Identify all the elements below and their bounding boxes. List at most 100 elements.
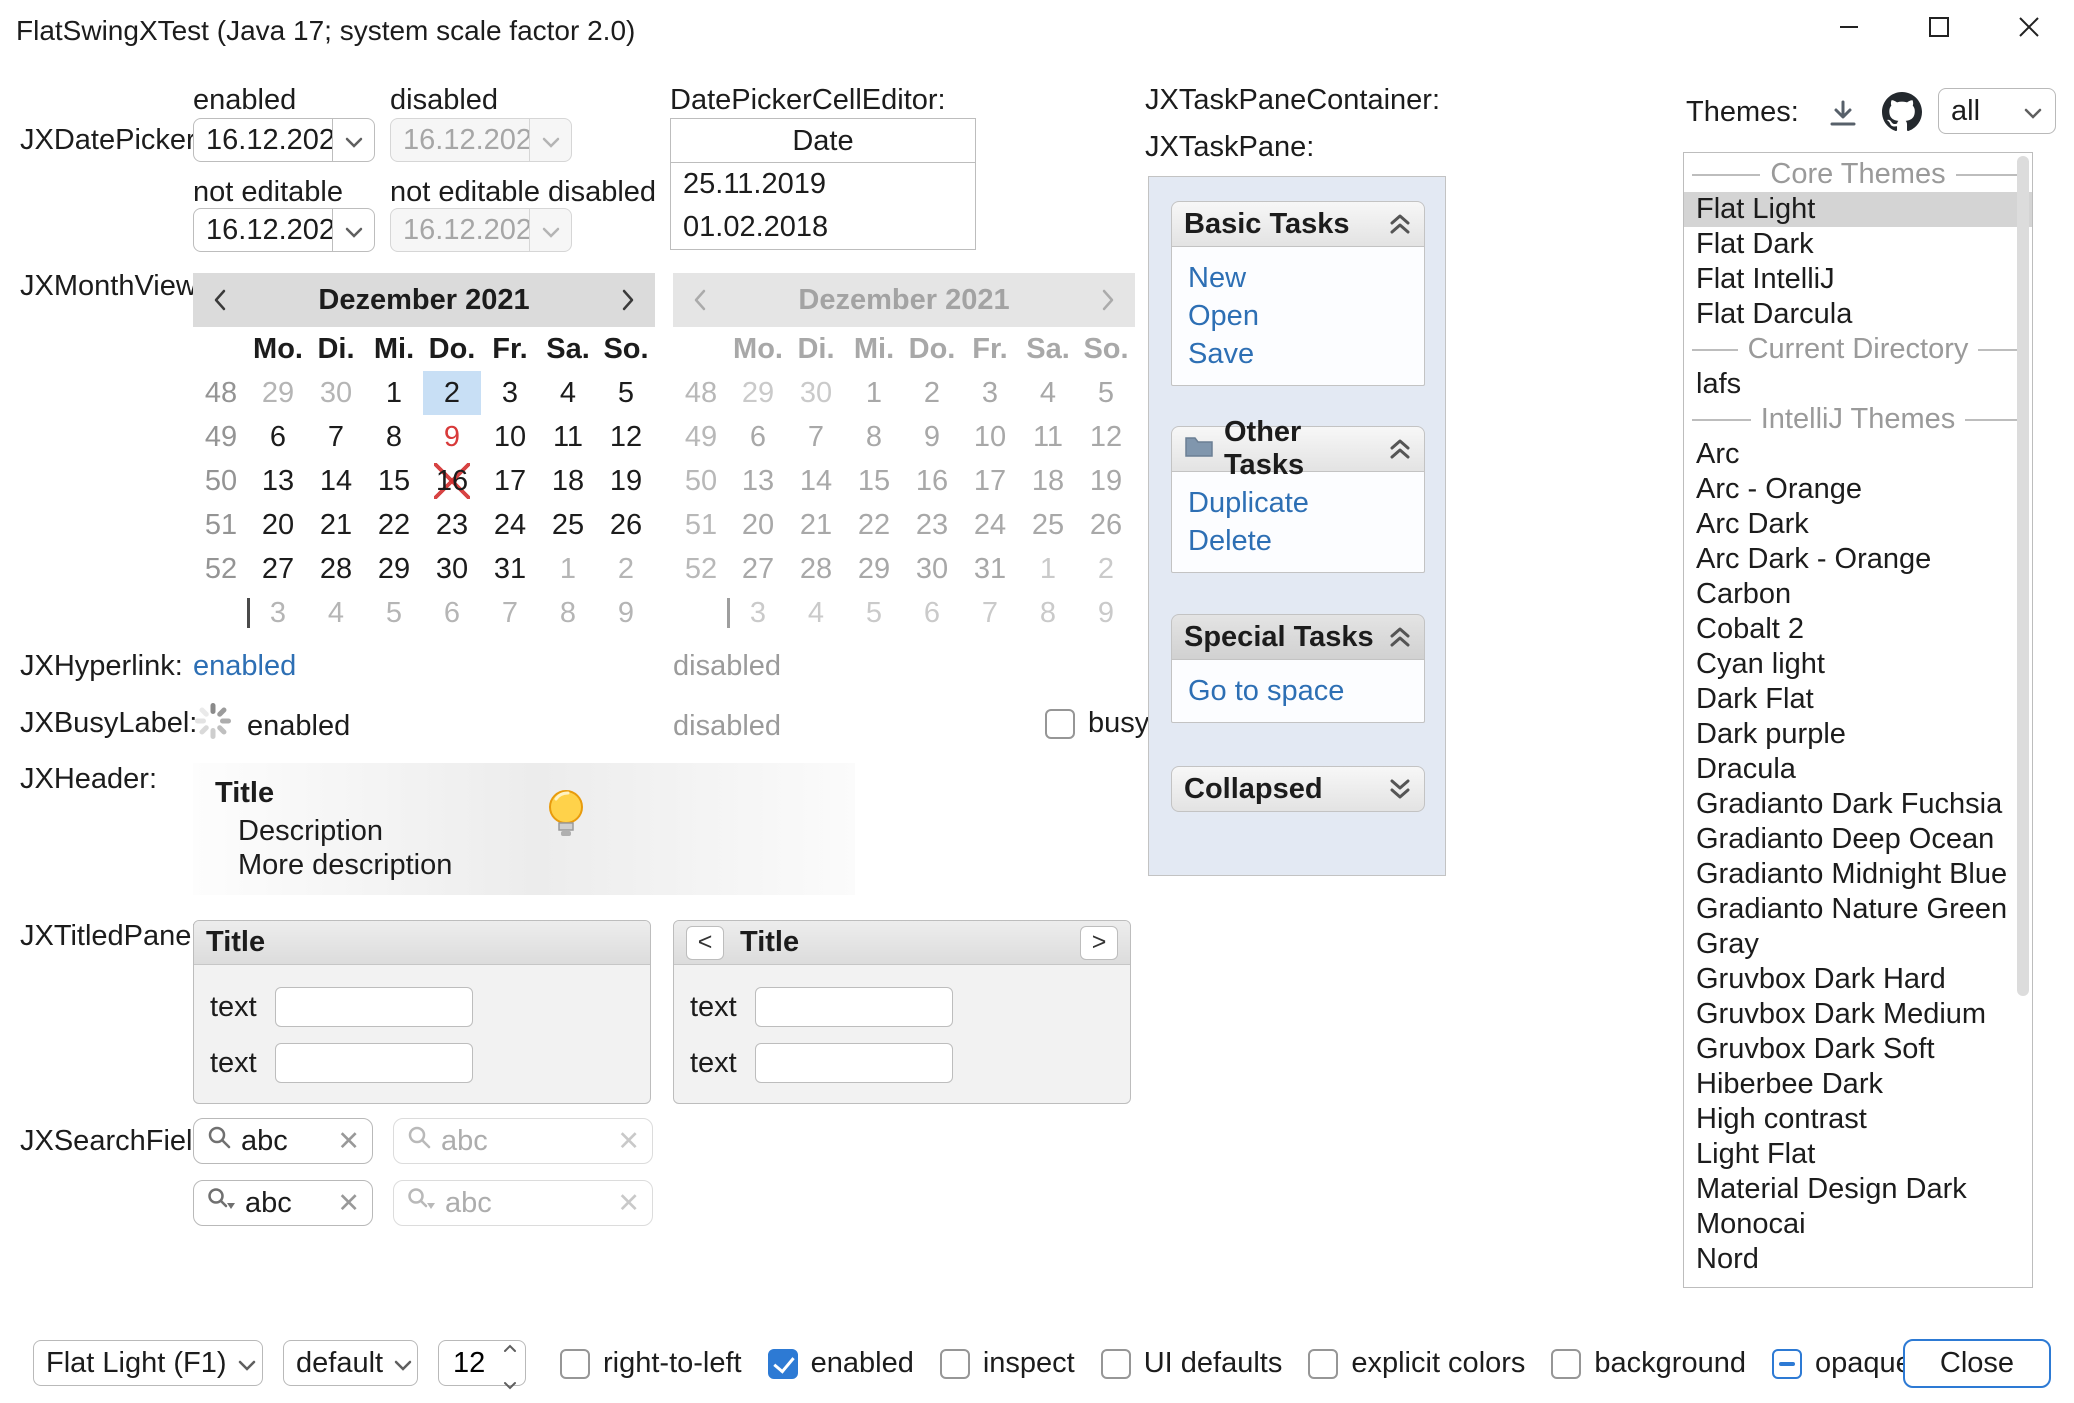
checkbox-box[interactable] — [1045, 709, 1075, 739]
theme-list-item[interactable]: Gradianto Nature Green — [1684, 892, 2032, 927]
download-themes-button[interactable] — [1826, 98, 1860, 140]
option-checkbox[interactable]: inspect — [940, 1347, 1075, 1380]
theme-list-item[interactable]: Current Directory — [1684, 332, 2032, 367]
calendar-cell[interactable]: 1 — [365, 371, 423, 415]
search-icon[interactable] — [206, 1124, 232, 1158]
github-button[interactable] — [1882, 92, 1922, 140]
calendar-cell[interactable]: Mi. — [365, 327, 423, 371]
calendar-cell[interactable]: 3 — [249, 591, 307, 635]
calendar-cell[interactable]: Mo. — [249, 327, 307, 371]
calendar-cell[interactable]: 7 — [481, 591, 539, 635]
calendar-cell[interactable]: 23 — [423, 503, 481, 547]
datepicker-dropdown-button[interactable] — [332, 209, 374, 251]
datepicker-dropdown-button[interactable] — [332, 119, 374, 161]
theme-list-item[interactable]: Gradianto Deep Ocean — [1684, 822, 2032, 857]
search-input[interactable] — [245, 1187, 328, 1220]
calendar-cell[interactable]: 7 — [307, 415, 365, 459]
maximize-button[interactable] — [1894, 0, 1984, 62]
calendar-cell[interactable]: 14 — [307, 459, 365, 503]
minimize-button[interactable] — [1804, 0, 1894, 62]
calendar-cell[interactable]: 31 — [481, 547, 539, 591]
calendar-cell[interactable]: So. — [597, 327, 655, 371]
option-checkbox[interactable]: UI defaults — [1101, 1347, 1283, 1380]
calendar-cell[interactable]: 10 — [481, 415, 539, 459]
theme-list-item[interactable]: Flat Dark — [1684, 227, 2032, 262]
text-input[interactable] — [275, 1043, 473, 1083]
checkbox-box[interactable] — [1101, 1349, 1131, 1379]
calendar-cell[interactable]: 20 — [249, 503, 307, 547]
calendar-cell[interactable]: Fr. — [481, 327, 539, 371]
prev-button[interactable]: < — [686, 926, 724, 960]
calendar-cell[interactable]: 13 — [249, 459, 307, 503]
calendar-cell[interactable]: 15 — [365, 459, 423, 503]
theme-list-item[interactable]: Arc - Orange — [1684, 472, 2032, 507]
calendar-cell[interactable]: 1 — [539, 547, 597, 591]
calendar-cell[interactable]: 2 — [597, 547, 655, 591]
datepicker-not-editable-input[interactable] — [194, 209, 332, 251]
calendar-cell[interactable]: 6 — [423, 591, 481, 635]
clear-search-icon[interactable]: ✕ — [337, 1128, 360, 1155]
clear-search-icon[interactable]: ✕ — [337, 1190, 360, 1217]
calendar-cell[interactable]: 52 — [193, 547, 249, 591]
theme-list-item[interactable]: Flat IntelliJ — [1684, 262, 2032, 297]
task-link[interactable]: Open — [1188, 297, 1408, 335]
text-input[interactable] — [755, 1043, 953, 1083]
theme-list-item[interactable]: Cobalt 2 — [1684, 612, 2032, 647]
theme-list-item[interactable]: Carbon — [1684, 577, 2032, 612]
table-row[interactable]: 01.02.2018 — [671, 206, 975, 249]
font-size-input[interactable] — [439, 1347, 485, 1380]
font-combo[interactable]: default — [283, 1340, 418, 1386]
theme-list-item[interactable]: lafs — [1684, 367, 2032, 402]
task-link[interactable]: Delete — [1188, 522, 1408, 560]
busy-checkbox[interactable]: busy — [1045, 707, 1149, 740]
calendar-cell[interactable]: 22 — [365, 503, 423, 547]
calendar-cell[interactable]: 25 — [539, 503, 597, 547]
calendar-cell[interactable]: 21 — [307, 503, 365, 547]
checkbox-box[interactable] — [1772, 1349, 1802, 1379]
theme-list-item[interactable]: Gruvbox Dark Medium — [1684, 997, 2032, 1032]
checkbox-box[interactable] — [1551, 1349, 1581, 1379]
calendar-cell[interactable]: 8 — [539, 591, 597, 635]
taskpane-header[interactable]: Collapsed — [1171, 766, 1425, 812]
theme-list-item[interactable]: Material Design Dark — [1684, 1172, 2032, 1207]
theme-list-item[interactable]: Gradianto Midnight Blue — [1684, 857, 2032, 892]
calendar-cell[interactable]: 6 — [249, 415, 307, 459]
taskpane-header[interactable]: Special Tasks — [1171, 614, 1425, 660]
text-input[interactable] — [755, 987, 953, 1027]
option-checkbox[interactable]: enabled — [768, 1347, 914, 1380]
theme-list-item[interactable]: Hiberbee Dark — [1684, 1067, 2032, 1102]
theme-list-item[interactable]: Monocai — [1684, 1207, 2032, 1242]
theme-list-item[interactable]: Arc Dark — [1684, 507, 2032, 542]
theme-list-item[interactable]: Light Flat — [1684, 1137, 2032, 1172]
calendar-cell[interactable]: 12 — [597, 415, 655, 459]
option-checkbox[interactable]: background — [1551, 1347, 1746, 1380]
calendar-cell[interactable] — [193, 327, 249, 371]
checkbox-box[interactable] — [940, 1349, 970, 1379]
calendar-cell[interactable]: 2 — [423, 371, 481, 415]
table-row[interactable]: 25.11.2019 — [671, 163, 975, 206]
option-checkbox[interactable]: explicit colors — [1308, 1347, 1525, 1380]
calendar-cell[interactable]: Di. — [307, 327, 365, 371]
task-link[interactable]: New — [1188, 259, 1408, 297]
calendar-cell[interactable]: 5 — [597, 371, 655, 415]
theme-list-item[interactable]: Gruvbox Dark Soft — [1684, 1032, 2032, 1067]
close-window-button[interactable] — [1984, 0, 2074, 62]
calendar-cell[interactable]: 18 — [539, 459, 597, 503]
calendar-cell[interactable]: 51 — [193, 503, 249, 547]
task-link[interactable]: Go to space — [1188, 672, 1408, 710]
theme-list-item[interactable]: Gruvbox Dark Hard — [1684, 962, 2032, 997]
calendar-cell[interactable]: 9 — [423, 415, 481, 459]
taskpane-header[interactable]: Other Tasks — [1171, 426, 1425, 472]
calendar-cell[interactable]: 19 — [597, 459, 655, 503]
checkbox-box[interactable] — [1308, 1349, 1338, 1379]
theme-list-item[interactable]: Arc — [1684, 437, 2032, 472]
close-button[interactable]: Close — [1903, 1339, 2051, 1388]
search-menu-icon[interactable] — [206, 1186, 236, 1220]
calendar-cell[interactable]: 29 — [365, 547, 423, 591]
theme-list-item[interactable]: Core Themes — [1684, 157, 2032, 192]
task-link[interactable]: Duplicate — [1188, 484, 1408, 522]
checkbox-box[interactable] — [560, 1349, 590, 1379]
calendar-cell[interactable]: 11 — [539, 415, 597, 459]
calendar-cell[interactable]: Sa. — [539, 327, 597, 371]
hyperlink-enabled[interactable]: enabled — [193, 650, 296, 683]
